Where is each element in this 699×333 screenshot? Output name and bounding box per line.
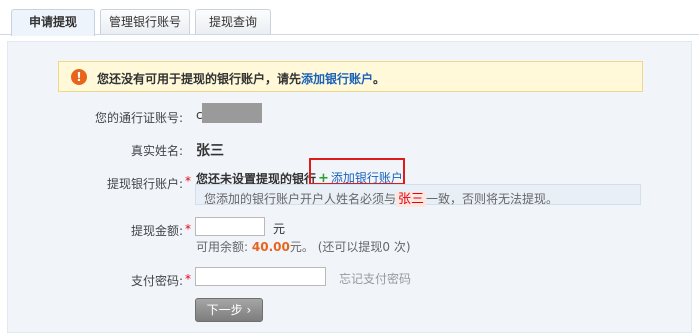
tab-bar: 申请提现 管理银行账号 提现查询 — [0, 0, 699, 36]
hint-name: 张三 — [396, 192, 427, 207]
required-mark: * — [185, 174, 191, 188]
next-step-label: 下一步 — [206, 303, 243, 317]
chevron-right-icon: › — [246, 303, 252, 317]
required-mark: * — [185, 222, 191, 236]
balance-unit: 元。 — [289, 240, 314, 254]
hint-after: 一致，否则将无法提现。 — [426, 192, 559, 206]
forgot-password-link[interactable]: 忘记支付密码 — [339, 270, 411, 287]
balance-value: 40.00 — [251, 240, 290, 254]
account-label: 您的通行证账号: — [94, 111, 183, 125]
account-masked-block — [202, 103, 262, 123]
remaining-times: (还可以提现0 次) — [317, 240, 411, 254]
tab-withdraw-query[interactable]: 提现查询 — [195, 9, 271, 35]
password-label: 支付密码: — [130, 274, 183, 288]
tab-apply-withdraw[interactable]: 申请提现 — [11, 9, 95, 36]
alert-text-after: 。 — [373, 72, 386, 86]
amount-label: 提现金额: — [130, 224, 183, 238]
alert-text-before: 您还没有可用于提现的银行账户，请先 — [97, 72, 302, 86]
next-step-button[interactable]: 下一步 › — [195, 298, 263, 322]
balance-line: 可用余额: 40.00元。 (还可以提现0 次) — [196, 238, 411, 255]
exclamation-icon: ! — [71, 69, 87, 85]
name-hint-bar: 您添加的银行账户开户人姓名必须与 张三 一致，否则将无法提现。 — [195, 184, 641, 207]
amount-unit: 元 — [273, 222, 286, 236]
required-mark: * — [185, 272, 191, 286]
realname-label: 真实姓名: — [130, 144, 183, 158]
realname-value: 张三 — [196, 143, 224, 159]
alert-add-bank-link[interactable]: 添加银行账户 — [301, 72, 373, 86]
add-bank-link-label: 添加银行账户 — [330, 171, 403, 185]
payment-password-input[interactable] — [195, 267, 326, 286]
tab-manage-bank-accounts[interactable]: 管理银行账号 — [100, 9, 190, 35]
hint-before: 您添加的银行账户开户人姓名必须与 — [204, 192, 397, 206]
amount-input[interactable] — [195, 217, 265, 236]
bank-label: 提现银行账户: — [106, 177, 183, 191]
no-bank-alert: ! 您还没有可用于提现的银行账户，请先添加银行账户。 — [58, 61, 643, 92]
balance-label: 可用余额: — [196, 240, 249, 254]
name-hint-text: 您添加的银行账户开户人姓名必须与 张三 一致，否则将无法提现。 — [204, 188, 558, 207]
alert-text: 您还没有可用于提现的银行账户，请先添加银行账户。 — [97, 70, 385, 87]
